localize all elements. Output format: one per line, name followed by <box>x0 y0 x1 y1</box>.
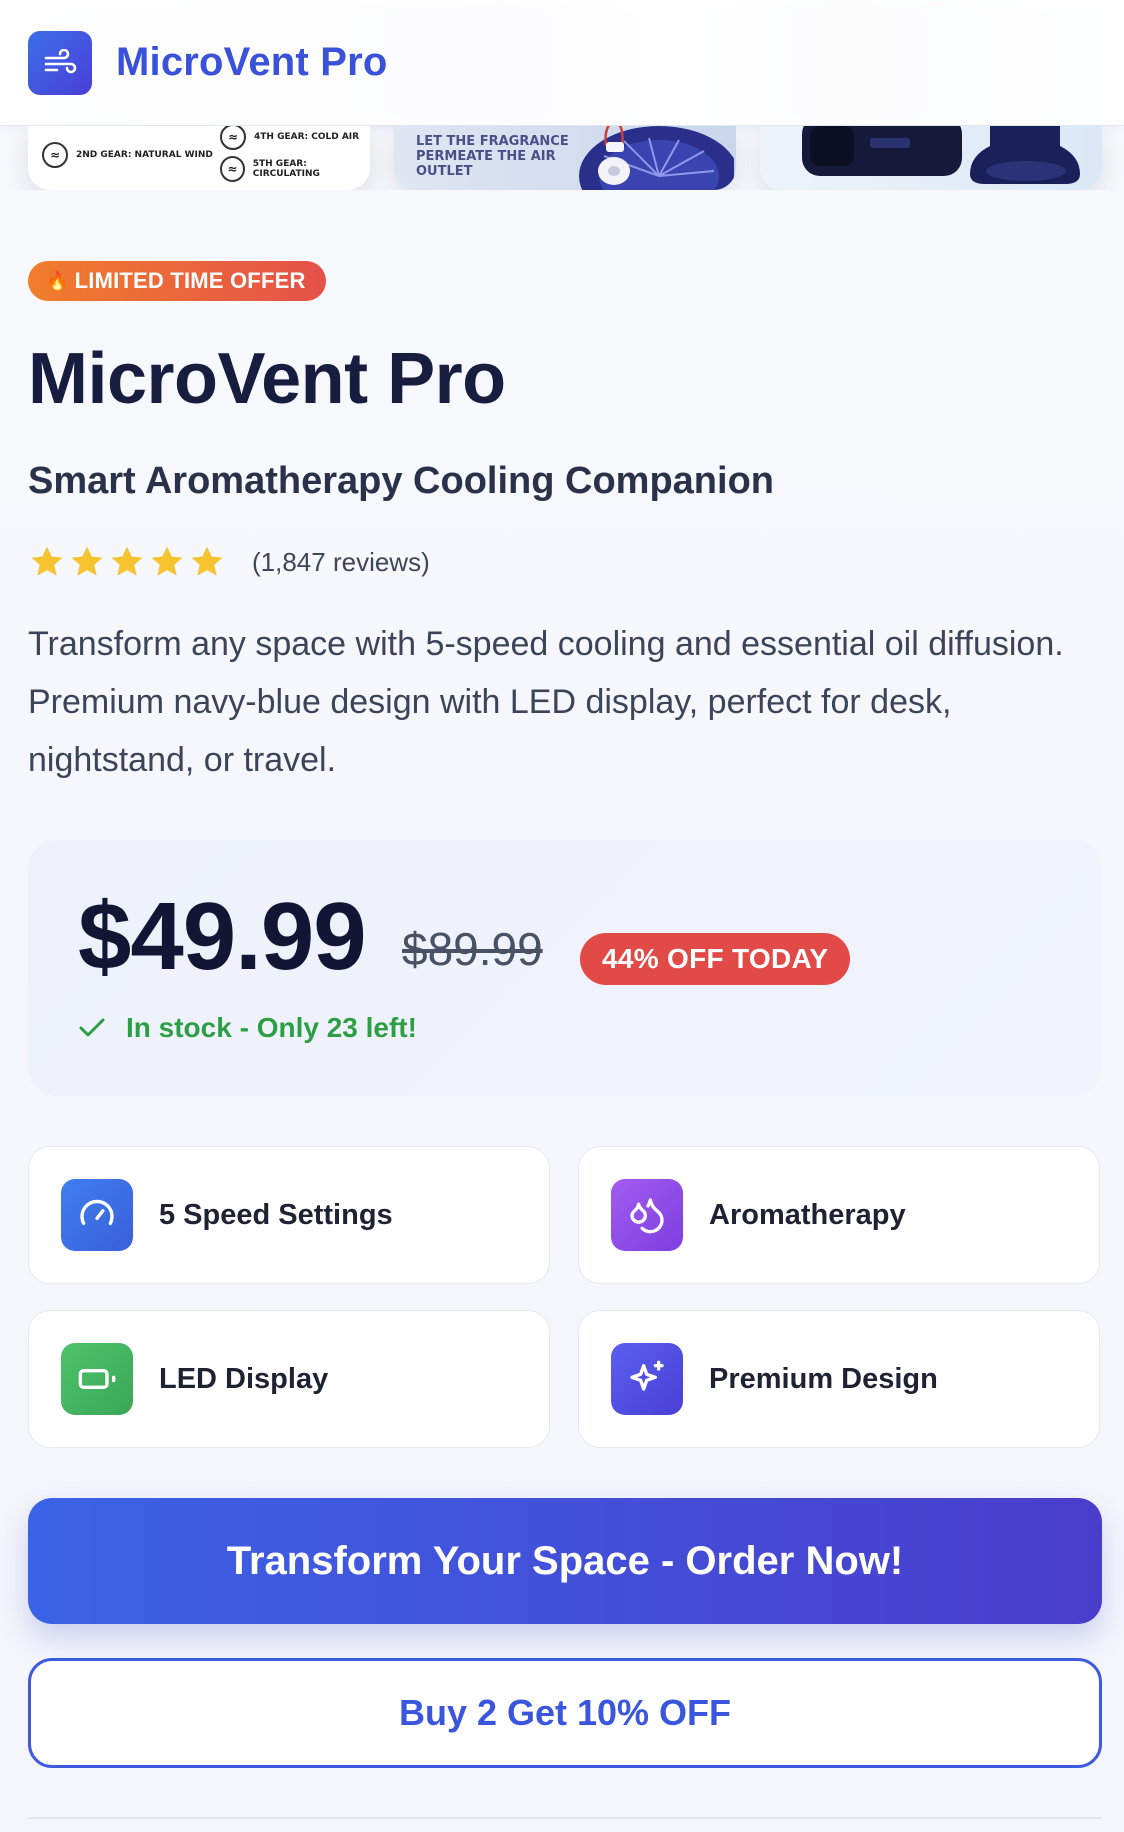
device-illustration <box>802 126 1080 184</box>
check-icon <box>79 1018 105 1037</box>
logo[interactable] <box>28 30 92 95</box>
star-icon <box>191 546 223 576</box>
stock-status: In stock - Only 23 left! <box>78 1012 417 1044</box>
battery-icon <box>61 1343 133 1415</box>
current-price: $49.99 <box>78 883 367 990</box>
feature-aromatherapy: Aromatherapy <box>578 1146 1100 1284</box>
fan-illustration <box>579 126 734 190</box>
wind-icon: ≈ <box>42 142 68 168</box>
star-icon <box>151 546 183 576</box>
feature-label: LED Display <box>159 1362 329 1395</box>
wind-icon: ≈ <box>220 126 246 150</box>
sparkles-icon <box>611 1343 683 1415</box>
feature-label: Premium Design <box>709 1362 938 1395</box>
limited-offer-badge: 🔥 LIMITED TIME OFFER <box>28 261 326 301</box>
star-icon <box>71 546 103 576</box>
order-now-button[interactable]: Transform Your Space - Order Now! <box>28 1498 1102 1624</box>
feature-led-display: LED Display <box>28 1310 550 1448</box>
gear-label-2: ≈ 2ND GEAR: NATURAL WIND <box>42 142 213 168</box>
product-title: MicroVent Pro <box>28 339 506 419</box>
gallery-thumbnail-fragrance[interactable]: LET THE FRAGRANCE PERMEATE THE AIR OUTLE… <box>394 126 736 190</box>
product-subtitle: Smart Aromatherapy Cooling Companion <box>28 460 774 502</box>
site-header: MicroVent Pro <box>0 0 1124 126</box>
flame-icon: 🔥 <box>46 270 69 291</box>
gallery-thumbnail-speeds[interactable]: ≈ 2ND GEAR: NATURAL WIND ≈ 4TH GEAR: COL… <box>28 126 370 190</box>
wind-icon: ≈ <box>220 156 245 182</box>
gear-label-5: ≈ 5TH GEAR: CIRCULATING <box>220 156 370 182</box>
feature-premium-design: Premium Design <box>578 1310 1100 1448</box>
divider <box>28 1817 1102 1819</box>
gauge-icon <box>61 1179 133 1251</box>
review-count[interactable]: (1,847 reviews) <box>252 547 430 578</box>
gallery-thumbnail-device[interactable] <box>760 126 1102 190</box>
star-icon <box>111 546 143 576</box>
feature-label: Aromatherapy <box>709 1198 906 1231</box>
price-card: $49.99 $89.99 44% OFF TODAY In stock - O… <box>28 840 1102 1096</box>
brand-name[interactable]: MicroVent Pro <box>116 40 388 85</box>
droplets-icon <box>611 1179 683 1251</box>
product-description: Transform any space with 5-speed cooling… <box>28 625 1064 779</box>
original-price: $89.99 <box>402 923 543 975</box>
feature-speed-settings: 5 Speed Settings <box>28 1146 550 1284</box>
fragrance-caption: LET THE FRAGRANCE PERMEATE THE AIR OUTLE… <box>416 134 569 179</box>
wind-icon <box>44 48 77 73</box>
bundle-offer-button[interactable]: Buy 2 Get 10% OFF <box>28 1658 1102 1768</box>
rating: (1,847 reviews) <box>28 543 430 581</box>
discount-badge: 44% OFF TODAY <box>580 933 851 985</box>
feature-label: 5 Speed Settings <box>159 1198 393 1231</box>
star-icon <box>31 546 63 576</box>
gear-label-4: ≈ 4TH GEAR: COLD AIR <box>220 126 359 150</box>
